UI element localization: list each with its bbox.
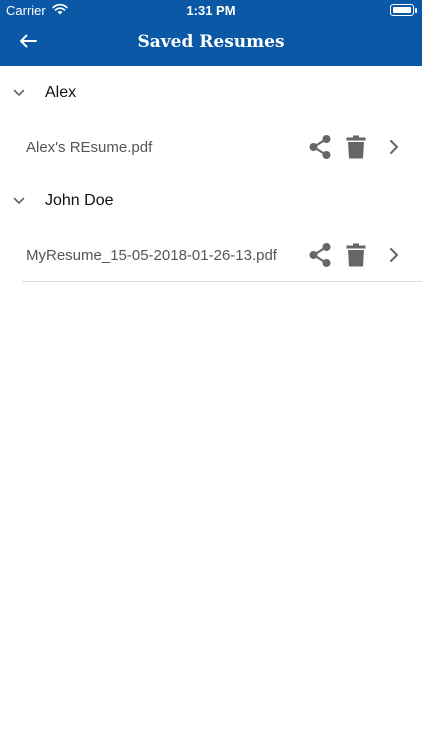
share-button[interactable] xyxy=(306,134,334,165)
group-name: Alex xyxy=(45,84,77,101)
file-row[interactable]: Alex's REsume.pdf xyxy=(0,120,422,174)
file-name: MyResume_15-05-2018-01-26-13.pdf xyxy=(26,246,277,264)
battery-icon xyxy=(390,4,417,16)
app-header: Carrier 1:31 PM Saved Resumes xyxy=(0,0,422,66)
trash-icon xyxy=(346,135,366,164)
page-title: Saved Resumes xyxy=(137,32,285,52)
share-icon xyxy=(307,134,333,165)
trash-icon xyxy=(346,243,366,272)
status-time: 1:31 PM xyxy=(186,3,236,18)
open-button[interactable] xyxy=(380,135,408,163)
row-divider xyxy=(22,281,422,282)
chevron-right-icon xyxy=(389,139,399,160)
delete-button[interactable] xyxy=(342,243,370,271)
status-bar: Carrier 1:31 PM xyxy=(0,0,422,20)
chevron-right-icon xyxy=(389,247,399,268)
chevron-down-icon xyxy=(12,194,26,208)
share-icon xyxy=(307,242,333,273)
navbar: Saved Resumes xyxy=(0,20,422,66)
file-row[interactable]: MyResume_15-05-2018-01-26-13.pdf xyxy=(0,228,422,282)
group-header-john-doe[interactable]: John Doe xyxy=(0,174,422,228)
resume-list: Alex Alex's REsume.pdf John Doe MyResume… xyxy=(0,66,422,282)
group-header-alex[interactable]: Alex xyxy=(0,66,422,120)
share-button[interactable] xyxy=(306,242,334,273)
group-name: John Doe xyxy=(45,192,114,209)
file-name: Alex's REsume.pdf xyxy=(26,138,153,156)
delete-button[interactable] xyxy=(342,135,370,163)
chevron-down-icon xyxy=(12,86,26,100)
open-button[interactable] xyxy=(380,243,408,271)
